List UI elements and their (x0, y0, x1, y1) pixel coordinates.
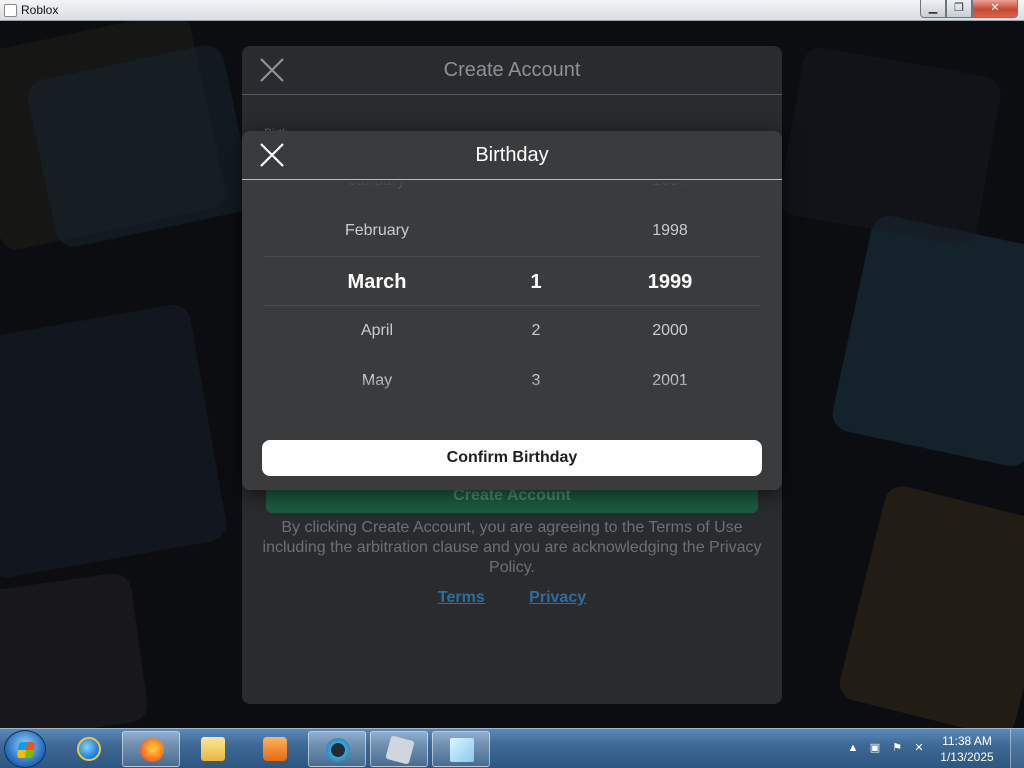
taskbar-roblox[interactable] (370, 731, 428, 767)
terms-link[interactable]: Terms (438, 589, 485, 606)
day-option[interactable] (490, 181, 582, 206)
month-option[interactable]: January (264, 181, 490, 206)
roblox-app-icon (4, 4, 17, 17)
action-center-flag-icon[interactable]: ⚑ (890, 741, 904, 755)
privacy-link[interactable]: Privacy (529, 589, 586, 606)
show-hidden-icons-icon[interactable]: ▲ (846, 741, 860, 755)
roblox-player-icon (326, 738, 350, 762)
taskbar-notepad[interactable] (432, 731, 490, 767)
system-tray: ▲ ▣ ⚑ ✕ 11:38 AM 1/13/2025 (824, 729, 1024, 768)
network-icon[interactable]: ▣ (868, 741, 882, 755)
taskbar-roblox-studio[interactable] (308, 731, 366, 767)
clock[interactable]: 11:38 AM 1/13/2025 (932, 733, 1002, 765)
birthday-picker[interactable]: January 1997 February 1998 March 1 1999 … (264, 181, 760, 407)
notepad-icon (450, 738, 474, 762)
taskbar-file-explorer[interactable] (184, 731, 242, 767)
firefox-icon (140, 738, 164, 762)
picker-row[interactable]: February 1998 (264, 206, 760, 256)
roblox-icon (385, 735, 415, 765)
taskbar-firefox[interactable] (122, 731, 180, 767)
window-title: Roblox (21, 3, 59, 17)
month-option[interactable]: February (264, 206, 490, 256)
confirm-birthday-button[interactable]: Confirm Birthday (262, 440, 762, 476)
close-window-button[interactable]: ✕ (972, 0, 1018, 18)
folder-icon (201, 737, 225, 761)
year-option[interactable]: 2000 (582, 306, 758, 356)
picker-row[interactable]: May 3 2001 (264, 356, 760, 406)
window-titlebar: Roblox ▁ ❐ ✕ (0, 0, 1024, 21)
picker-row-selected[interactable]: March 1 1999 (264, 256, 760, 306)
birthday-modal: Birthday January 1997 February 1998 Marc… (242, 131, 782, 490)
birthday-header: Birthday (242, 131, 782, 180)
birthday-title: Birthday (475, 144, 549, 166)
day-option[interactable] (490, 206, 582, 256)
show-desktop-button[interactable] (1010, 729, 1024, 768)
month-option[interactable]: April (264, 306, 490, 356)
selected-day[interactable]: 1 (490, 257, 582, 307)
year-option[interactable]: 1997 (582, 181, 758, 206)
taskbar-internet-explorer[interactable] (60, 731, 118, 767)
create-account-header: Create Account (242, 46, 782, 95)
year-option[interactable]: 2001 (582, 356, 758, 406)
maximize-button[interactable]: ❐ (946, 0, 972, 18)
day-option[interactable]: 2 (490, 306, 582, 356)
picker-row[interactable]: January 1997 (264, 181, 760, 206)
internet-explorer-icon (77, 737, 101, 761)
selected-year[interactable]: 1999 (582, 257, 758, 307)
media-player-icon (263, 737, 287, 761)
legal-text: By clicking Create Account, you are agre… (262, 519, 762, 576)
clock-date: 1/13/2025 (940, 750, 994, 764)
start-button[interactable] (4, 730, 46, 768)
volume-muted-icon[interactable]: ✕ (912, 741, 926, 755)
taskbar-media-player[interactable] (246, 731, 304, 767)
minimize-button[interactable]: ▁ (920, 0, 946, 18)
taskbar: ▲ ▣ ⚑ ✕ 11:38 AM 1/13/2025 (0, 728, 1024, 768)
selected-month[interactable]: March (264, 257, 490, 307)
day-option[interactable]: 3 (490, 356, 582, 406)
legal-links: Terms Privacy (242, 589, 782, 607)
month-option[interactable]: May (264, 356, 490, 406)
create-account-title: Create Account (443, 59, 581, 81)
year-option[interactable]: 1998 (582, 206, 758, 256)
picker-row[interactable]: April 2 2000 (264, 306, 760, 356)
window-controls: ▁ ❐ ✕ (920, 0, 1018, 18)
clock-time: 11:38 AM (942, 734, 992, 748)
